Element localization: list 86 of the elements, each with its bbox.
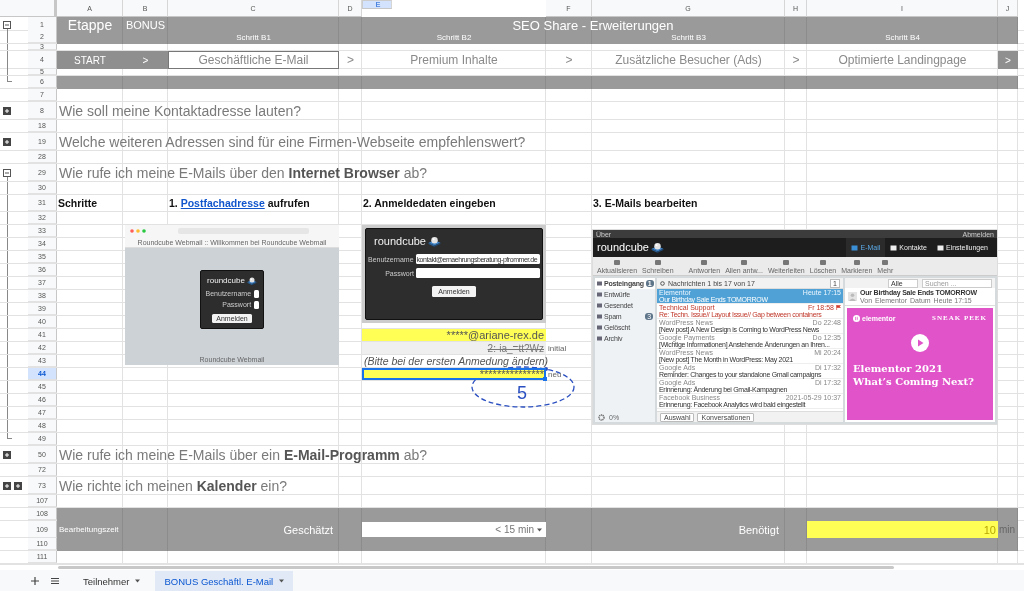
toolbar-glyph-icon [881, 259, 890, 266]
avatar-icon [848, 292, 857, 301]
step-heading: Schritt B4 [885, 32, 920, 42]
expand-group-button[interactable] [3, 481, 11, 490]
section-question: Wie rufe ich meine E-Mails über den Internet Browser ab? [58, 164, 428, 181]
section-question: Wie soll meine Kontaktadresse lauten? [58, 102, 302, 119]
section-question: Welche weiteren Adressen sind für eine Firmen-Webseite empfehlenswert? [58, 133, 526, 150]
steps-label: Schritte [57, 197, 98, 209]
step-cell: START [57, 51, 123, 69]
logo-text: roundcube [207, 276, 245, 285]
password-cell: 2:-ia_=tt?Wz [362, 342, 546, 354]
collapse-group-button[interactable] [3, 21, 11, 29]
sheet-tab[interactable]: BONUS Geschäftl. E-Mail [155, 571, 294, 591]
sheet-tab[interactable]: Teilnehmer [74, 571, 150, 591]
step-title: 1. Postfachadresse aufrufen [168, 197, 310, 209]
cell-note: initial [547, 343, 567, 353]
gear-icon[interactable] [598, 413, 605, 421]
caret-icon [537, 527, 542, 532]
expand-group-button[interactable] [3, 106, 11, 115]
logo-text: roundcube [374, 235, 426, 247]
step-title: 3. E-Mails bearbeiten [592, 197, 698, 209]
caret-icon [279, 579, 285, 583]
toolbar-glyph-icon [653, 259, 662, 266]
step-cell-text: Optimierte Landingpage [837, 52, 968, 69]
step-title: 2. Anmeldedaten eingeben [362, 197, 496, 209]
password-cell[interactable]: *************** [362, 368, 546, 380]
logo-text: roundcube [597, 242, 649, 253]
password-field[interactable] [416, 268, 540, 278]
step-cell-text: Zusätzliche Besucher (Ads) [614, 52, 763, 69]
folder-icon [597, 314, 602, 319]
plus-icon [30, 576, 40, 586]
step-heading: Schritt B2 [436, 32, 472, 42]
section-question: Wie richte ich meinen Kalender ein? [58, 477, 287, 494]
play-icon[interactable] [911, 334, 929, 352]
password-field[interactable] [254, 300, 259, 309]
annotation-number: 5 [517, 384, 527, 402]
gear-icon[interactable] [660, 280, 665, 286]
estimate-label: Geschätzt [283, 523, 333, 536]
step-cell: Geschäftliche E-Mail [168, 51, 339, 69]
caret-icon [135, 579, 141, 583]
nav-glyph-icon [890, 244, 898, 251]
step-heading: Schritt B3 [671, 32, 706, 42]
add-sheet-button[interactable] [28, 574, 42, 588]
toolbar-glyph-icon [852, 259, 861, 266]
cube-logo-icon [428, 235, 441, 247]
toolbar-glyph-icon [740, 259, 748, 266]
expand-group-button[interactable] [3, 137, 11, 146]
nav-glyph-icon [851, 244, 859, 251]
hint-text: (Bitte bei der ersten Anmedung ändern) [363, 355, 549, 367]
estimate-dropdown[interactable]: < 15 min [362, 522, 546, 537]
step-cell-text: > [346, 52, 355, 69]
flag-icon [836, 305, 841, 310]
section-question: Wie rufe ich meine E-Mails über ein E-Mail-Programm ab? [58, 446, 428, 463]
cell-note: neu [547, 369, 562, 379]
nav-glyph-icon [936, 244, 944, 251]
time-label: Bearbeitungszeit [58, 525, 119, 534]
sheet-title: SEO Share - Erweiterungen [512, 17, 674, 33]
folder-icon [597, 281, 602, 286]
email-cell: *****@ariane-rex.de [362, 329, 546, 341]
banner-headline: Elementor 2021 [853, 362, 944, 375]
mailbox-link[interactable]: Postfachadresse [180, 197, 265, 209]
bonus-label: BONUS [125, 19, 166, 31]
expand-group-button[interactable] [3, 450, 11, 459]
menu-icon [50, 576, 60, 586]
step-cell-text: > [564, 52, 574, 69]
username-field[interactable] [254, 289, 259, 298]
collapse-group-button[interactable] [3, 168, 11, 177]
window-controls-icon[interactable] [130, 229, 148, 233]
expand-group-button[interactable] [14, 481, 22, 490]
toolbar-glyph-icon [818, 259, 827, 266]
step-cell: > [998, 51, 1018, 69]
actual-label: Benötigt [738, 523, 779, 536]
banner-headline: What’s Coming Next? [853, 375, 975, 388]
step-cell-text: Premium Inhalte [409, 52, 499, 69]
brand-logo-icon [853, 315, 860, 322]
cube-logo-icon [246, 276, 257, 285]
folder-icon [597, 292, 602, 297]
step-heading: Schritt B1 [236, 32, 271, 42]
step-cell-text: > [791, 52, 801, 69]
stage-label: Etappe [67, 17, 113, 33]
toolbar-glyph-icon [782, 259, 791, 266]
toolbar-glyph-icon [613, 259, 622, 266]
toolbar-glyph-icon [700, 259, 709, 266]
step-cell: > [123, 51, 168, 69]
actual-time-cell: 10 [807, 521, 998, 538]
cube-logo-icon [651, 242, 664, 253]
